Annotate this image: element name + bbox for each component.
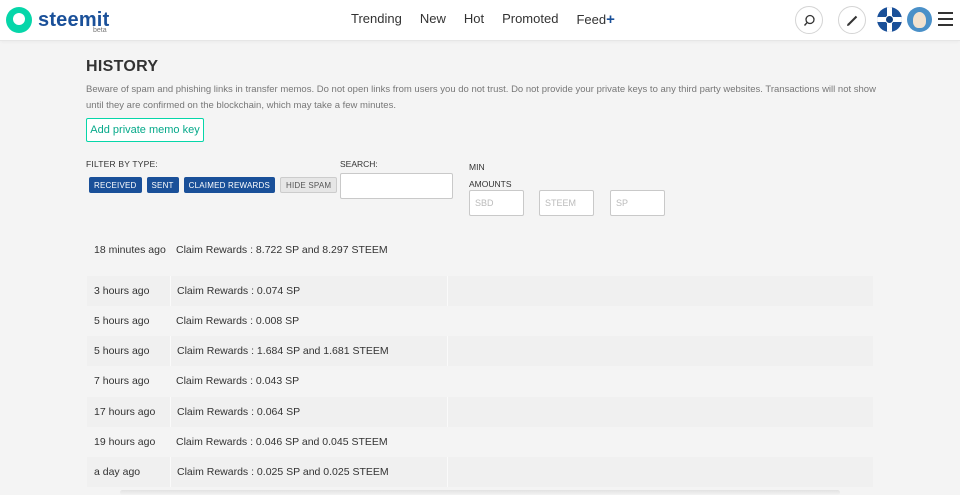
search-input[interactable] xyxy=(340,173,453,199)
filter-claimed-rewards[interactable]: CLAIMED REWARDS xyxy=(183,177,276,193)
search-icon xyxy=(803,14,815,26)
main-nav: Trending New Hot Promoted Feed+ xyxy=(351,11,633,28)
avatar-face xyxy=(913,12,926,28)
beta-badge: beta xyxy=(93,27,107,34)
min-amounts-label: MIN AMOUNTS xyxy=(469,159,512,193)
table-row: 17 hours ago Claim Rewards : 0.064 SP xyxy=(87,397,873,427)
row-time: 5 hours ago xyxy=(94,314,150,327)
table-row: 3 hours ago Claim Rewards : 0.074 SP xyxy=(87,276,873,306)
table-row: 5 hours ago Claim Rewards : 0.008 SP xyxy=(87,306,873,336)
row-memo xyxy=(447,457,873,487)
search-button[interactable] xyxy=(795,6,823,34)
row-description: Claim Rewards : 0.046 SP and 0.045 STEEM xyxy=(176,436,388,448)
table-row: 19 hours ago Claim Rewards : 0.046 SP an… xyxy=(87,427,873,457)
min-steem-input[interactable]: STEEM xyxy=(539,190,594,216)
table-row: 7 hours ago Claim Rewards : 0.043 SP xyxy=(87,366,873,396)
filter-received[interactable]: RECEIVED xyxy=(89,177,142,193)
min-amounts-label-line: MIN xyxy=(469,162,485,172)
row-time: 5 hours ago xyxy=(94,344,150,357)
filter-by-type-label: FILTER BY TYPE: xyxy=(86,159,158,169)
avatar-center xyxy=(885,15,894,24)
steemit-logo-icon xyxy=(6,7,32,33)
min-sbd-input[interactable]: SBD xyxy=(469,190,524,216)
row-time: 19 hours ago xyxy=(94,435,156,448)
top-navigation-bar: steemit beta Trending New Hot Promoted F… xyxy=(0,0,960,41)
menu-button[interactable] xyxy=(938,12,953,26)
row-time: 17 hours ago xyxy=(94,405,156,418)
row-memo xyxy=(447,427,873,457)
search-label: SEARCH: xyxy=(340,159,378,169)
spam-warning: Beware of spam and phishing links in tra… xyxy=(86,84,876,111)
menu-icon-line xyxy=(938,24,953,26)
nav-new[interactable]: New xyxy=(420,11,446,28)
row-memo xyxy=(447,397,873,427)
row-description: Claim Rewards : 0.064 SP xyxy=(170,397,447,427)
account-avatar[interactable] xyxy=(907,7,932,32)
feed-plus-icon: + xyxy=(606,11,615,28)
row-memo xyxy=(447,231,873,269)
nav-trending[interactable]: Trending xyxy=(351,11,402,28)
filter-hide-spam[interactable]: HIDE SPAM xyxy=(280,177,338,193)
min-sp-input[interactable]: SP xyxy=(610,190,665,216)
type-filter-group: RECEIVED SENT CLAIMED REWARDS HIDE SPAM xyxy=(89,177,338,193)
row-memo xyxy=(447,306,873,336)
user-avatar[interactable] xyxy=(877,7,902,32)
scroll-edge-divider xyxy=(120,490,840,495)
row-time: 3 hours ago xyxy=(94,284,150,297)
filter-sent[interactable]: SENT xyxy=(146,177,179,193)
row-time: 7 hours ago xyxy=(94,374,150,387)
nav-promoted[interactable]: Promoted xyxy=(502,11,558,28)
nav-feed[interactable]: Feed+ xyxy=(576,11,614,28)
row-memo xyxy=(447,366,873,396)
nav-feed-label: Feed xyxy=(576,12,607,27)
row-description: Claim Rewards : 0.025 SP and 0.025 STEEM xyxy=(170,457,447,487)
nav-hot[interactable]: Hot xyxy=(464,11,484,28)
page-title: HISTORY xyxy=(86,58,159,75)
menu-icon-line xyxy=(938,12,953,14)
row-description: Claim Rewards : 0.043 SP xyxy=(176,375,300,387)
row-time: 18 minutes ago xyxy=(94,243,166,256)
row-time: a day ago xyxy=(94,465,141,478)
table-row: 5 hours ago Claim Rewards : 1.684 SP and… xyxy=(87,336,873,366)
add-private-memo-key-button[interactable]: Add private memo key xyxy=(86,118,204,142)
write-post-button[interactable] xyxy=(838,6,866,34)
pencil-icon xyxy=(846,15,857,26)
row-memo xyxy=(447,336,873,366)
table-row: 18 minutes ago Claim Rewards : 8.722 SP … xyxy=(87,231,873,269)
table-row: a day ago Claim Rewards : 0.025 SP and 0… xyxy=(87,457,873,487)
row-description: Claim Rewards : 8.722 SP and 8.297 STEEM xyxy=(176,244,388,256)
row-memo xyxy=(447,276,873,306)
row-description: Claim Rewards : 0.074 SP xyxy=(170,276,447,306)
row-description: Claim Rewards : 0.008 SP xyxy=(176,315,300,327)
row-description: Claim Rewards : 1.684 SP and 1.681 STEEM xyxy=(170,336,447,366)
menu-icon-line xyxy=(938,18,953,20)
